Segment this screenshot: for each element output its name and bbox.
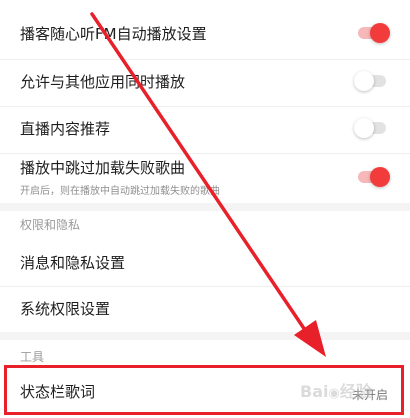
row-skip-failed[interactable]: 播放中跳过加载失败歌曲 开启后，则在播放中自动跳过加载失败的歌曲 — [0, 154, 410, 200]
toggle-knob — [354, 71, 374, 91]
live-recommend-label: 直播内容推荐 — [20, 119, 111, 138]
skip-failed-description: 开启后，则在播放中自动跳过加载失败的歌曲 — [20, 186, 220, 197]
system-permission-label: 系统权限设置 — [20, 299, 111, 318]
highlight-box — [4, 365, 404, 415]
mix-playback-label: 允许与其他应用同时播放 — [20, 72, 186, 91]
row-live-recommend[interactable]: 直播内容推荐 — [0, 107, 410, 149]
toggle-knob — [370, 23, 390, 43]
fm-autoplay-label: 播客随心听FM自动播放设置 — [20, 24, 207, 43]
message-privacy-label: 消息和隐私设置 — [20, 253, 126, 272]
skip-failed-toggle[interactable] — [358, 167, 390, 187]
row-system-permission[interactable]: 系统权限设置 — [0, 287, 410, 329]
section-title-tools: 工具 — [20, 350, 45, 364]
toggle-knob — [354, 118, 374, 138]
live-recommend-toggle[interactable] — [354, 118, 386, 138]
row-message-privacy[interactable]: 消息和隐私设置 — [0, 240, 410, 284]
skip-failed-label: 播放中跳过加载失败歌曲 — [20, 159, 186, 177]
fm-autoplay-toggle[interactable] — [358, 23, 390, 43]
toggle-knob — [370, 167, 390, 187]
mix-playback-toggle[interactable] — [354, 71, 386, 91]
row-mix-playback[interactable]: 允许与其他应用同时播放 — [0, 60, 410, 102]
skip-failed-text: 播放中跳过加载失败歌曲 开启后，则在播放中自动跳过加载失败的歌曲 — [20, 157, 220, 197]
section-gap — [0, 203, 410, 211]
section-title-privacy: 权限和隐私 — [20, 218, 81, 232]
row-fm-autoplay[interactable]: 播客随心听FM自动播放设置 — [0, 12, 410, 54]
section-gap — [0, 332, 410, 340]
